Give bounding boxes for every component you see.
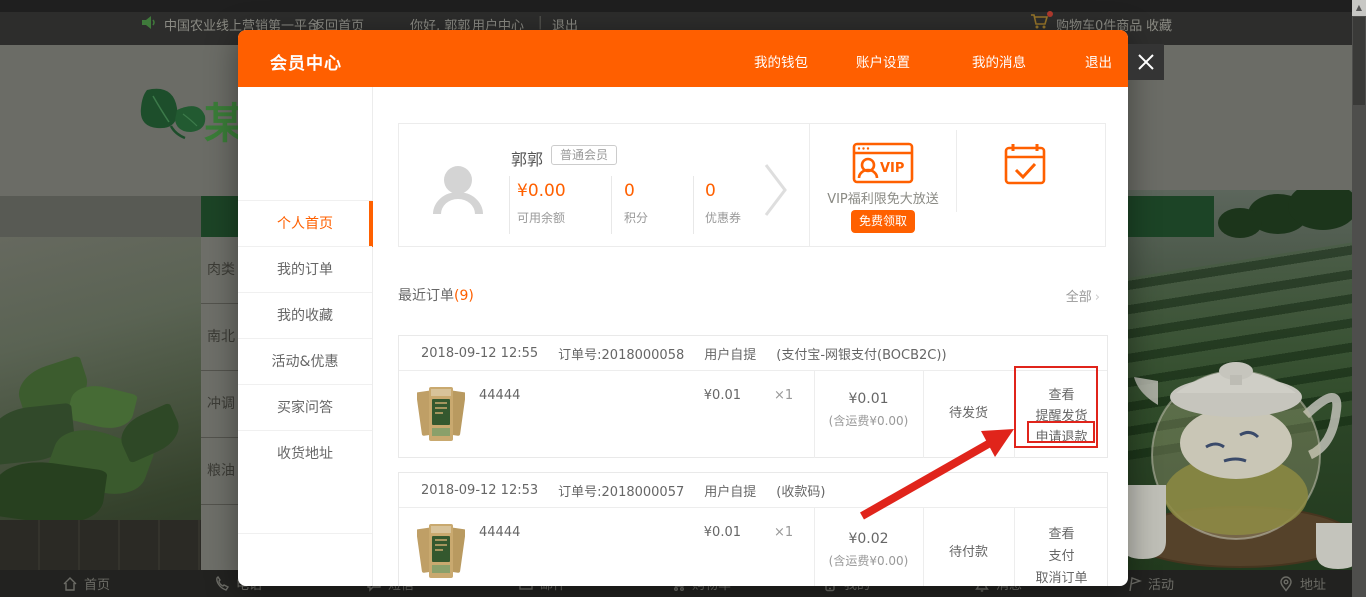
order-action-cancel[interactable]: 取消订单 [1014, 567, 1109, 586]
product-image [417, 520, 465, 582]
modal-header: 会员中心 我的钱包 账户设置 我的消息 退出 [238, 30, 1128, 87]
site-logo-leaf-icon [133, 82, 211, 150]
chevron-right-icon[interactable] [763, 162, 789, 218]
modal-title: 会员中心 [270, 49, 342, 74]
stat-points: 0 积分 [611, 176, 693, 234]
svg-text:VIP: VIP [880, 161, 904, 176]
order-action-remind-ship[interactable]: 提醒发货 [1014, 405, 1109, 424]
order-shipping-note: (含运费¥0.00) [814, 552, 923, 569]
sidebar-item-personal-home[interactable]: 个人首页 [238, 200, 372, 246]
recent-orders-title: 最近订单(9) [398, 285, 474, 305]
bottom-nav-home[interactable]: 首页 [62, 570, 110, 597]
stat-balance: ¥0.00 可用余额 [510, 176, 611, 234]
unit-price: ¥0.01 [669, 388, 741, 403]
checkin-calendar-icon[interactable] [1004, 142, 1046, 187]
order-card: 2018-09-12 12:53 订单号:2018000057 用户自提 (收款… [398, 472, 1108, 586]
favorites-link[interactable]: 收藏 [1146, 15, 1172, 34]
order-total: ¥0.01 [814, 391, 923, 407]
order-header: 2018-09-12 12:55 订单号:2018000058 用户自提 (支付… [399, 336, 1107, 371]
profile-summary-card: 郭郭 普通会员 ¥0.00 可用余额 0 积分 0 优惠券 [398, 123, 810, 247]
category-item[interactable]: 南北 [201, 304, 238, 371]
sidebar-item-activities[interactable]: 活动&优惠 [238, 338, 372, 384]
member-center-modal: 会员中心 我的钱包 账户设置 我的消息 退出 个人首页 我的订单 我的收藏 活动… [238, 30, 1128, 586]
vip-promo-card: VIP VIP福利限免大放送 免费领取 [809, 123, 1106, 247]
modal-close-button[interactable] [1128, 44, 1164, 80]
order-card: 2018-09-12 12:55 订单号:2018000058 用户自提 (支付… [398, 335, 1108, 458]
sidebar-item-my-orders[interactable]: 我的订单 [238, 246, 372, 292]
category-item[interactable]: 冲调 [201, 371, 238, 438]
sidebar-item-buyer-qa[interactable]: 买家问答 [238, 384, 372, 430]
order-action-view[interactable]: 查看 [1014, 384, 1109, 403]
order-number: 订单号:2018000058 [558, 344, 684, 363]
profile-stats: ¥0.00 可用余额 0 积分 0 优惠券 [509, 176, 803, 234]
unit-price: ¥0.01 [669, 525, 741, 540]
quantity: ×1 [774, 525, 793, 540]
cart-icon[interactable] [1030, 13, 1049, 30]
location-pin-icon [1278, 576, 1294, 592]
member-level-badge: 普通会员 [551, 145, 617, 165]
order-payment: (收款码) [776, 481, 825, 500]
order-header: 2018-09-12 12:53 订单号:2018000057 用户自提 (收款… [399, 473, 1107, 508]
bottom-nav-activity[interactable]: 活动 [1126, 570, 1174, 597]
product-name: 44444 [479, 525, 520, 540]
sidebar-item-my-favorites[interactable]: 我的收藏 [238, 292, 372, 338]
order-datetime: 2018-09-12 12:53 [421, 483, 538, 498]
vip-icon: VIP [852, 141, 914, 185]
bottom-nav-address[interactable]: 地址 [1278, 570, 1326, 597]
product-name: 44444 [479, 388, 520, 403]
phone-icon [214, 576, 230, 592]
category-item[interactable]: 肉类 [201, 237, 238, 304]
product-image [417, 383, 465, 445]
flag-icon [1126, 576, 1142, 592]
card-divider [956, 130, 957, 212]
sidebar-item-shipping-address[interactable]: 收货地址 [238, 430, 372, 476]
scrollbar-up-arrow[interactable]: ▲ [1352, 0, 1366, 16]
order-action-pay[interactable]: 支付 [1014, 545, 1109, 564]
recent-orders-count: (9) [454, 288, 474, 304]
order-status: 待付款 [923, 541, 1014, 560]
home-icon [62, 576, 78, 592]
vip-claim-button[interactable]: 免费领取 [851, 210, 915, 233]
nav-my-messages[interactable]: 我的消息 [972, 51, 1026, 71]
order-action-view[interactable]: 查看 [1014, 523, 1109, 542]
chevron-right-icon: › [1095, 290, 1100, 305]
vip-caption: VIP福利限免大放送 [810, 188, 956, 207]
background-photo-right [1128, 190, 1354, 570]
category-item[interactable]: 粮油 [201, 438, 238, 505]
order-payment: (支付宝-网银支付(BOCB2C)) [776, 344, 946, 363]
order-status: 待发货 [923, 402, 1014, 421]
order-body: 44444 ¥0.01 ×1 ¥0.01 (含运费¥0.00) 待发货 查看 提… [399, 371, 1107, 458]
topbar-separator: | [538, 15, 542, 30]
cart-badge-dot [1047, 11, 1053, 17]
order-delivery: 用户自提 [704, 344, 756, 363]
user-name: 郭郭 [511, 146, 543, 170]
quantity: ×1 [774, 388, 793, 403]
background-photo-left [0, 237, 201, 570]
close-icon [1136, 52, 1156, 72]
order-delivery: 用户自提 [704, 481, 756, 500]
order-body: 44444 ¥0.01 ×1 ¥0.02 (含运费¥0.00) 待付款 查看 支… [399, 508, 1107, 586]
announcement-speaker-icon [141, 14, 158, 31]
order-datetime: 2018-09-12 12:55 [421, 346, 538, 361]
category-sidebar: 肉类 南北 冲调 粮油 [201, 237, 238, 570]
page-scrollbar[interactable]: ▲ [1352, 0, 1366, 597]
modal-sidebar: 个人首页 我的订单 我的收藏 活动&优惠 买家问答 收货地址 [238, 87, 373, 586]
nav-my-wallet[interactable]: 我的钱包 [754, 51, 808, 71]
avatar [431, 162, 485, 218]
scrollbar-thumb[interactable] [1353, 17, 1365, 105]
order-shipping-note: (含运费¥0.00) [814, 412, 923, 429]
order-total: ¥0.02 [814, 531, 923, 547]
order-action-request-refund[interactable]: 申请退款 [1014, 426, 1109, 445]
view-all-orders-link[interactable]: 全部› [1066, 286, 1100, 305]
order-number: 订单号:2018000057 [558, 481, 684, 500]
nav-logout[interactable]: 退出 [1085, 51, 1112, 71]
nav-account-settings[interactable]: 账户设置 [856, 51, 910, 71]
